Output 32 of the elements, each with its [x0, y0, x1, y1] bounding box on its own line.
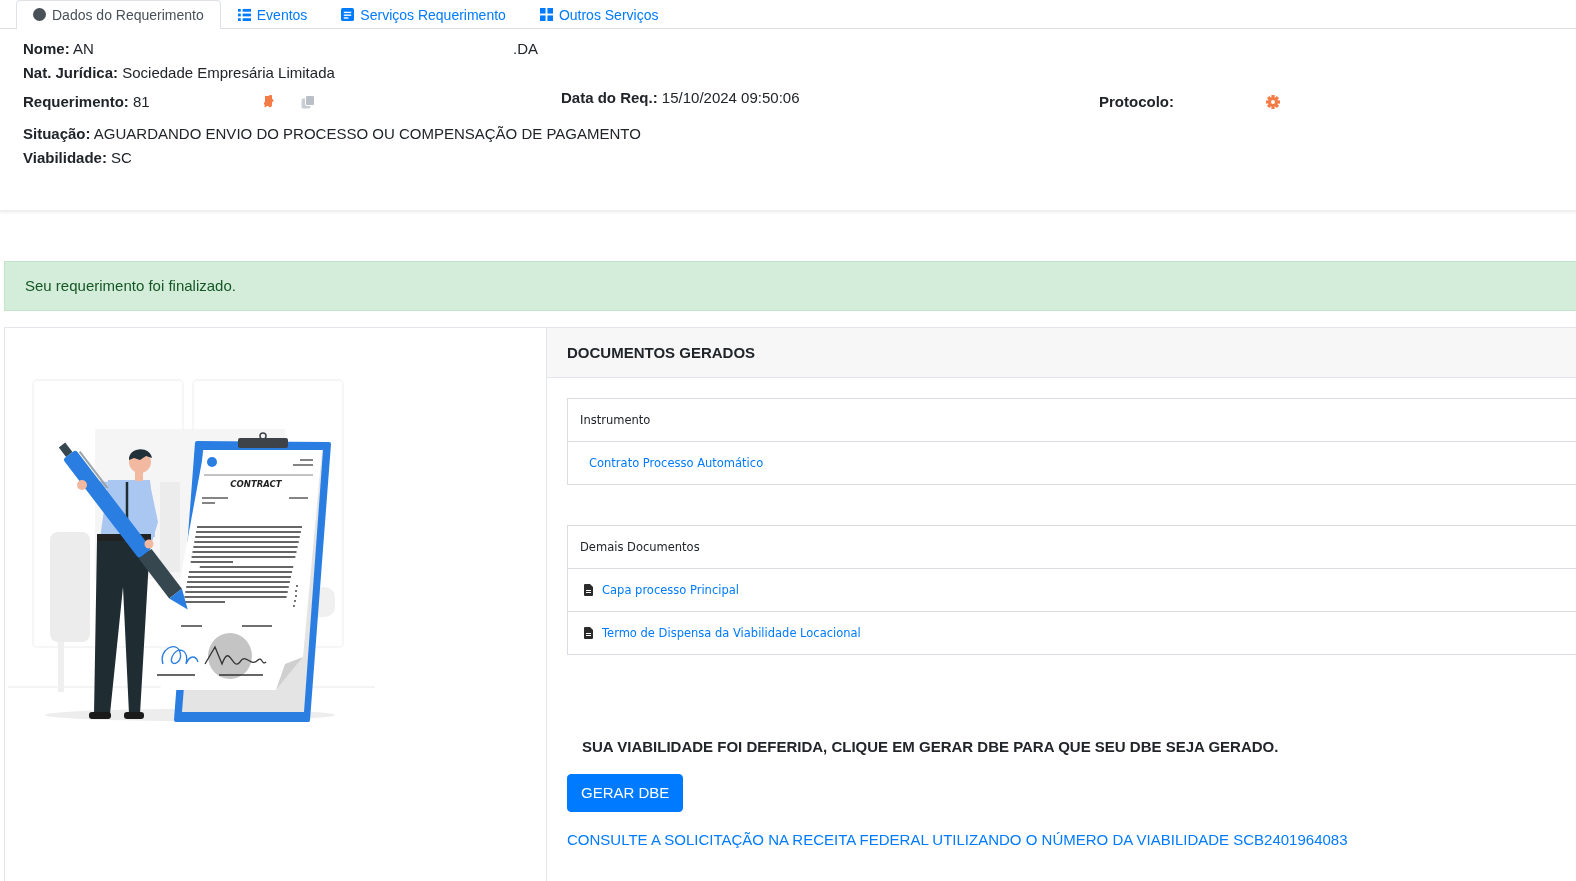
file-icon [584, 584, 593, 596]
contract-title: CONTRACT [230, 479, 282, 489]
gear-icon[interactable] [1266, 95, 1280, 109]
circle-icon [33, 8, 46, 21]
success-alert: Seu requerimento foi finalizado. [4, 261, 1576, 311]
tab[interactable]: Eventos [220, 0, 325, 29]
document-link[interactable]: Termo de Dispensa da Viabilidade Locacional [602, 626, 861, 640]
tab[interactable]: Serviços Requerimento [324, 0, 523, 29]
section-title: DOCUMENTOS GERADOS [547, 328, 1576, 378]
status-field: Situação: AGUARDANDO ENVIO DO PROCESSO OU COMPENSAÇÃO DE PAGAMENTO [23, 122, 1576, 146]
consult-link[interactable]: CONSULTE A SOLICITAÇÃO NA RECEITA FEDERAL UTILIZANDO O NÚMERO DA VIABILIDADE SCB2401964083 [567, 828, 1348, 852]
tab[interactable]: Dados do Requerimento [16, 0, 221, 29]
legal-nature-field: Nat. Jurídica: Sociedade Empresária Limitada [23, 61, 1576, 85]
name-fragment: .DA [513, 39, 538, 59]
document-icon [341, 8, 355, 21]
request-date-field: Data do Req.: 15/10/2024 09:50:06 [561, 86, 800, 110]
grid-icon [539, 8, 553, 21]
puzzle-icon[interactable] [263, 95, 275, 109]
document-link[interactable]: Capa processo Principal [602, 583, 739, 597]
generate-dbe-button[interactable]: GERAR DBE [567, 774, 684, 812]
list-icon [237, 8, 251, 21]
viability-notice: SUA VIABILIDADE FOI DEFERIDA, CLIQUE EM GERAR DBE PARA QUE SEU DBE SEJA GERADO. [582, 737, 1280, 757]
viability-field: Viabilidade: SC [23, 146, 1576, 170]
protocol-label: Protocolo: [1099, 92, 1175, 112]
panel-header: Instrumento [568, 399, 1576, 442]
copy-icon[interactable] [301, 95, 315, 109]
file-icon [584, 627, 593, 639]
panel-header: Demais Documentos [568, 526, 1576, 569]
request-number-field: Requerimento: 81 [23, 90, 263, 114]
tab[interactable]: Outros Serviços [522, 0, 676, 29]
name-field: Nome: AN [23, 37, 513, 61]
document-link[interactable]: Contrato Processo Automático [589, 456, 764, 470]
